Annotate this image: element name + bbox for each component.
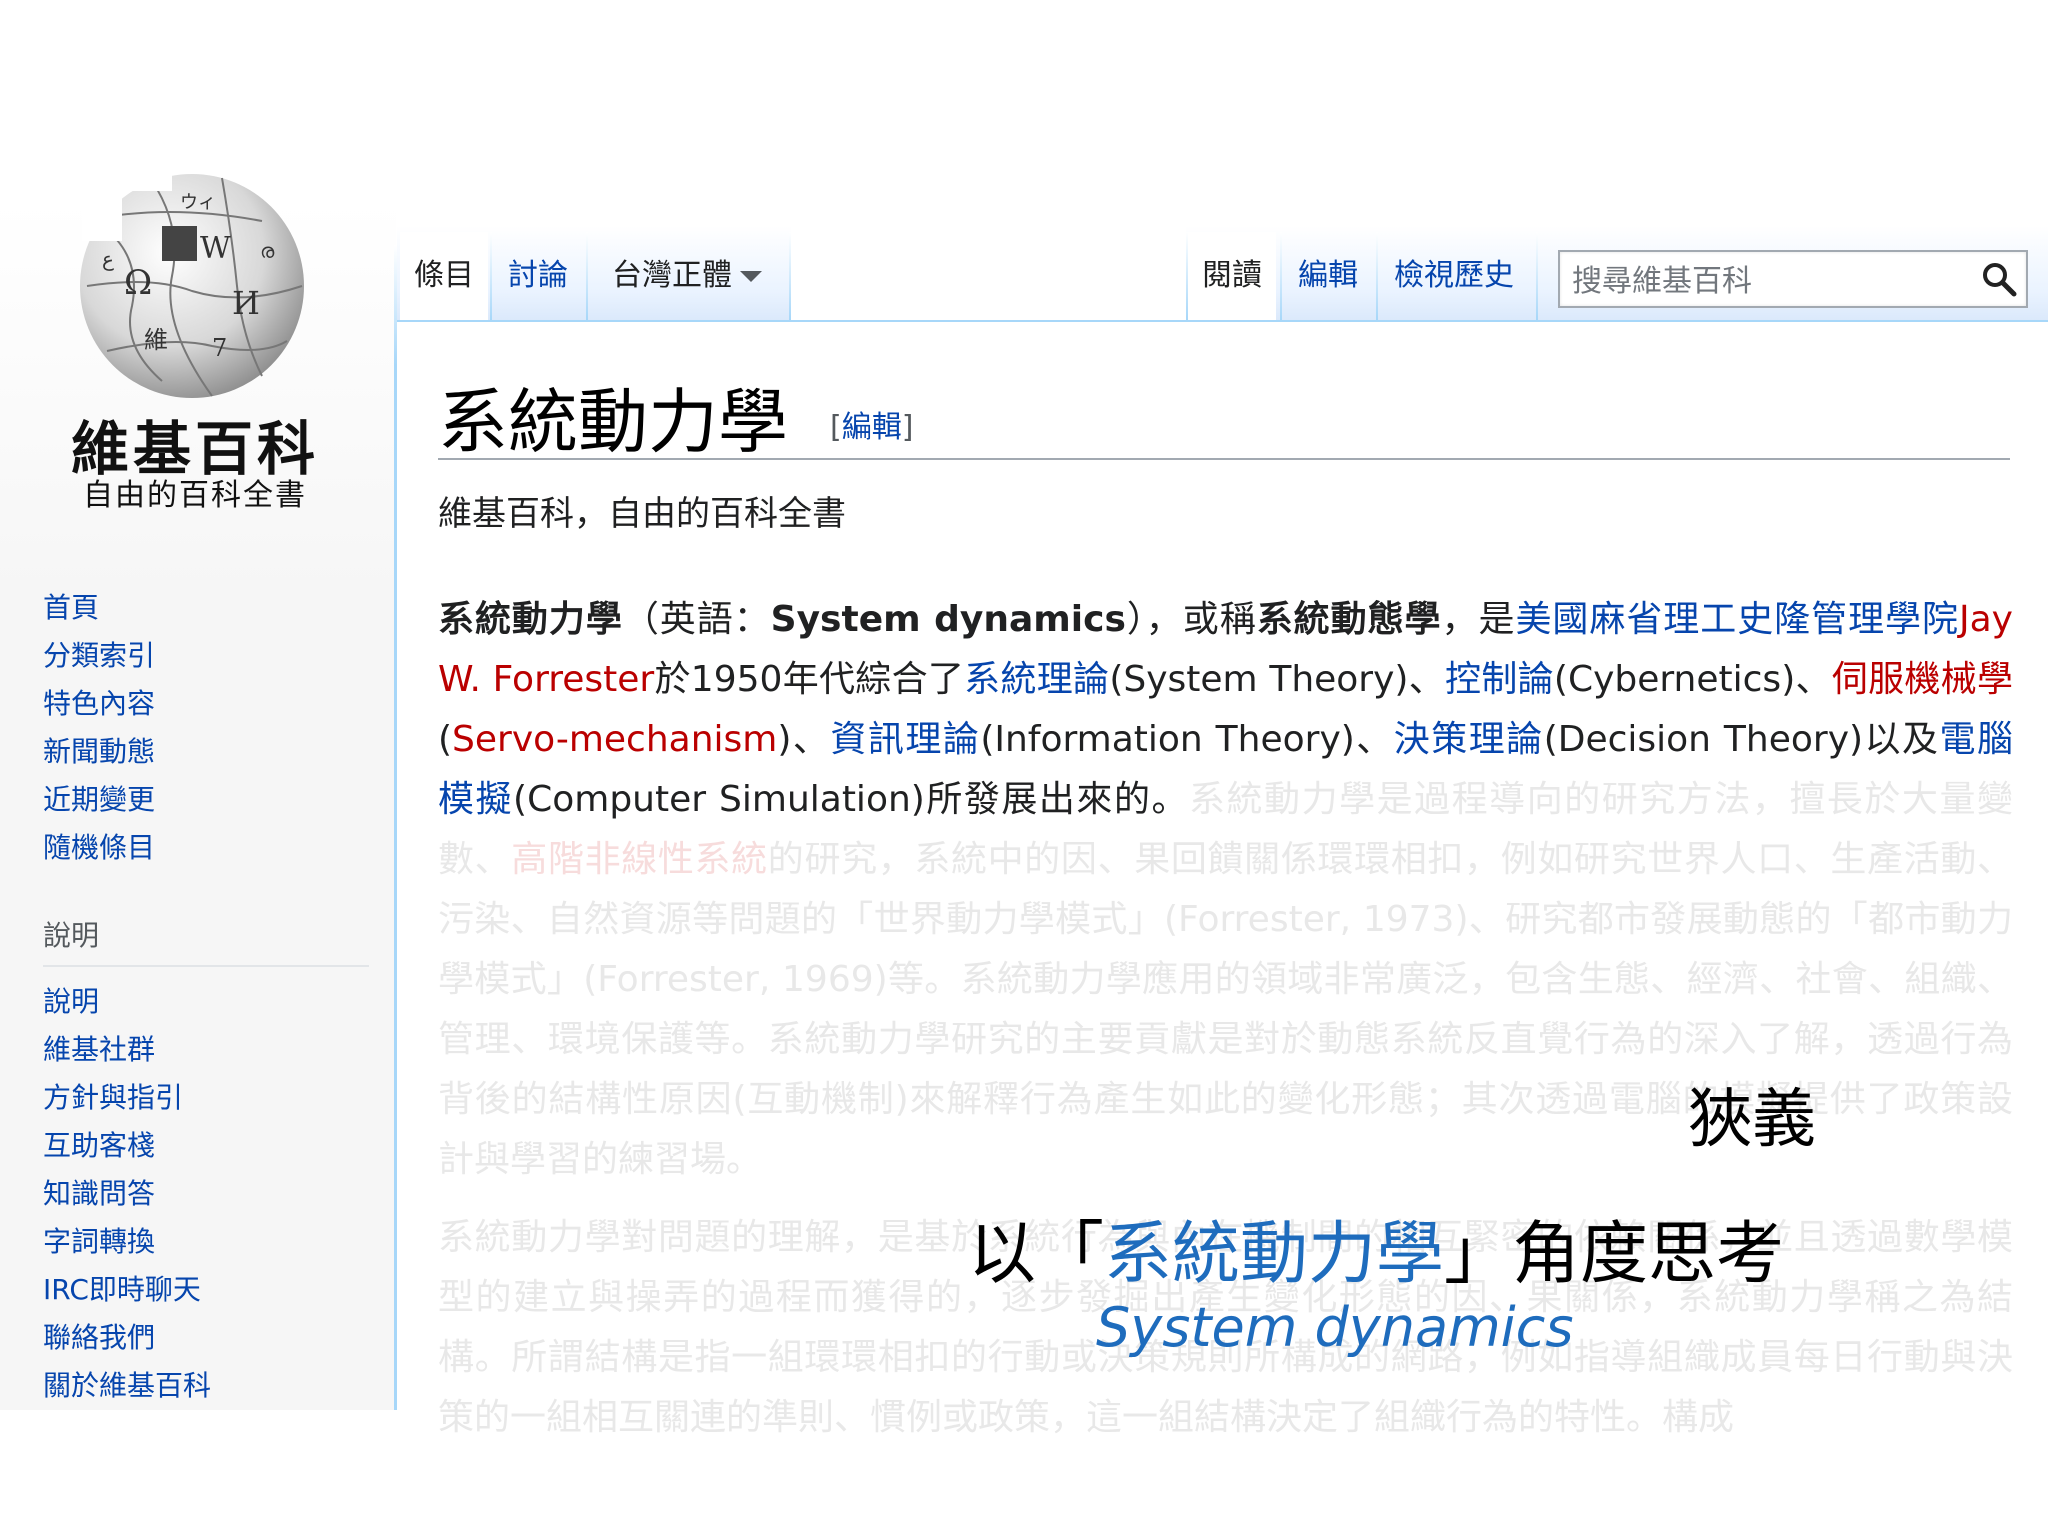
edit-link-label[interactable]: 編輯	[842, 410, 902, 445]
variant-label: 台灣正體	[612, 258, 732, 293]
tab-language-variant[interactable]: 台灣正體	[598, 232, 776, 320]
help-navigation: 說明 維基社群 方針與指引 互助客棧 知識問答 字詞轉換 IRC即時聊天 聯絡我…	[43, 978, 211, 1410]
tab-read[interactable]: 閱讀	[1188, 232, 1276, 320]
link-cybernetics[interactable]: 控制論	[1445, 659, 1554, 700]
bold-term: System dynamics	[770, 599, 1126, 640]
title-divider	[438, 458, 2010, 460]
edit-bracket-open: [	[830, 410, 842, 445]
logo-subtitle: 自由的百科全書	[83, 478, 307, 513]
nav-item-featured[interactable]: 特色內容	[43, 680, 155, 728]
svg-text:7: 7	[212, 334, 227, 362]
svg-text:ع: ع	[102, 247, 114, 271]
link-decision-theory[interactable]: 決策理論	[1394, 719, 1544, 760]
redlink-servo-en[interactable]: Servo-mechanism	[452, 719, 777, 760]
tab-article[interactable]: 條目	[400, 232, 488, 320]
svg-text:W: W	[200, 231, 231, 266]
overlay-prefix: 以「	[968, 1215, 1105, 1294]
tab-history[interactable]: 檢視歷史	[1380, 232, 1528, 320]
svg-text:Ω: Ω	[124, 263, 152, 303]
text: )、	[777, 719, 831, 760]
link-system-theory[interactable]: 系統理論	[964, 659, 1109, 700]
nav-item-help[interactable]: 說明	[43, 978, 211, 1026]
overlay-suffix: 」角度思考	[1444, 1215, 1785, 1294]
nav-item-about[interactable]: 關於維基百科	[43, 1362, 211, 1410]
overlay-term: 系統動力學	[1104, 1215, 1445, 1294]
edit-bracket-close: ]	[901, 410, 914, 445]
nav-item-irc[interactable]: IRC即時聊天	[43, 1266, 211, 1314]
text: (Cybernetics)、	[1553, 659, 1832, 700]
nav-item-news[interactable]: 新聞動態	[43, 728, 155, 776]
page-title: 系統動力學	[438, 381, 788, 463]
tab-edit[interactable]: 編輯	[1284, 232, 1372, 320]
tab-separator	[1536, 232, 1538, 320]
bold-term: 系統動力學	[438, 599, 623, 640]
svg-text:ウィ: ウィ	[180, 192, 216, 213]
text: （英語：	[622, 599, 771, 640]
svg-text:И: И	[232, 284, 260, 322]
nav-item-recent-changes[interactable]: 近期變更	[43, 776, 155, 824]
nav-item-home[interactable]: 首頁	[43, 584, 155, 632]
sidebar-border	[394, 245, 397, 1410]
tab-separator	[586, 232, 588, 320]
nav-divider	[43, 965, 369, 967]
text: ），或稱	[1125, 599, 1257, 640]
svg-text:ര: ര	[260, 239, 275, 263]
overlay-main-label: 以「系統動力學」角度思考	[968, 1198, 1784, 1297]
nav-item-policies[interactable]: 方針與指引	[43, 1074, 211, 1122]
site-subtitle: 維基百科，自由的百科全書	[438, 494, 846, 534]
nav-item-random[interactable]: 隨機條目	[43, 824, 155, 872]
text: (System Theory)、	[1109, 659, 1446, 700]
link-information-theory[interactable]: 資訊理論	[830, 719, 980, 760]
wikipedia-globe-icon[interactable]: W Ω И 維 7 ウィ ع ര	[62, 166, 322, 406]
nav-item-conversion[interactable]: 字詞轉換	[43, 1218, 211, 1266]
main-navigation: 首頁 分類索引 特色內容 新聞動態 近期變更 隨機條目	[43, 584, 155, 872]
text: (	[438, 719, 453, 760]
nav-heading-help[interactable]: 說明	[43, 914, 99, 954]
tab-separator	[490, 232, 492, 320]
redlink-servo[interactable]: 伺服機械學	[1832, 659, 2013, 700]
tab-talk[interactable]: 討論	[494, 232, 582, 320]
search-box	[1558, 250, 2028, 308]
text: (Computer Simulation)所發展出來的。	[513, 779, 1190, 820]
overlay-english-label: System dynamics	[1096, 1296, 1574, 1359]
tab-separator	[1280, 232, 1282, 320]
nav-item-reference-desk[interactable]: 知識問答	[43, 1170, 211, 1218]
chevron-down-icon	[740, 271, 762, 282]
search-input[interactable]	[1570, 258, 1964, 304]
text: 於1950年代綜合了	[654, 659, 965, 700]
tab-separator	[789, 232, 791, 320]
text: (Information Theory)、	[980, 719, 1394, 760]
faded-redlink: 高階非線性系統	[511, 839, 768, 880]
text: (Decision Theory)以及	[1543, 719, 1940, 760]
screenshot: W Ω И 維 7 ウィ ع ര 維基百科 自由的百科全書 首頁 分類索引 特色…	[0, 0, 2048, 1536]
search-icon[interactable]	[1980, 260, 2018, 298]
tab-separator	[1376, 232, 1378, 320]
nav-item-community[interactable]: 維基社群	[43, 1026, 211, 1074]
nav-item-village-pump[interactable]: 互助客棧	[43, 1122, 211, 1170]
nav-item-contact[interactable]: 聯絡我們	[43, 1314, 211, 1362]
bold-term: 系統動態學	[1256, 599, 1442, 640]
overlay-narrow-label: 狹義	[1688, 1083, 1816, 1157]
text: ，是	[1441, 599, 1516, 640]
section-edit-link[interactable]: [編輯]	[830, 402, 913, 446]
svg-text:維: 維	[144, 326, 168, 354]
nav-item-categories[interactable]: 分類索引	[43, 632, 155, 680]
link-mit-sloan[interactable]: 美國麻省理工史隆管理學院	[1515, 599, 1959, 640]
tab-baseline	[397, 320, 2048, 322]
